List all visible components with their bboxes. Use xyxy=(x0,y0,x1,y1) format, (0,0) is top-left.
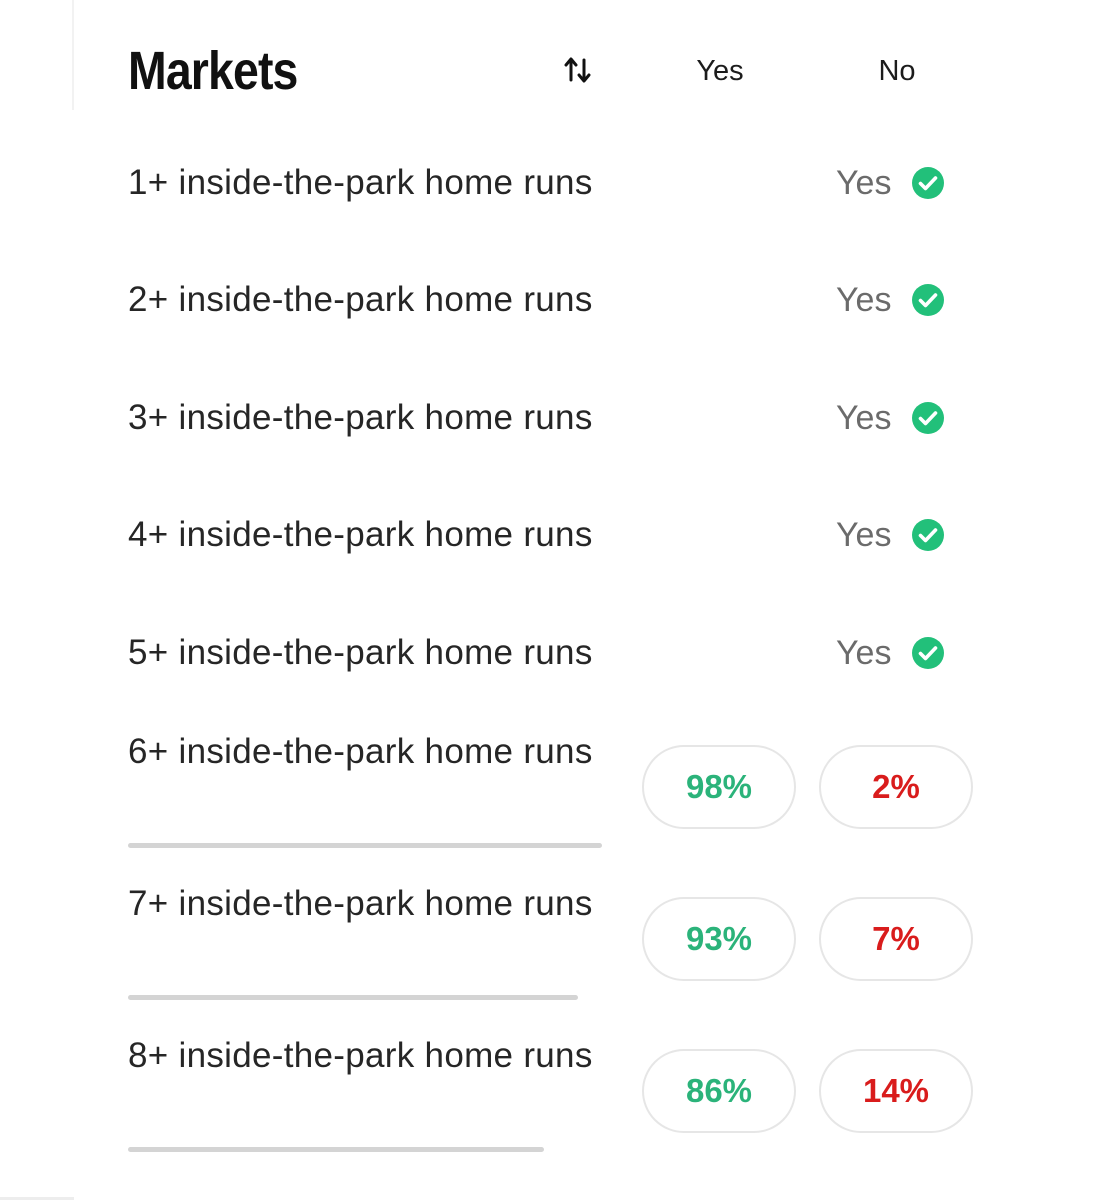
market-row-open[interactable]: 8+ inside-the-park home runs 86% 14% xyxy=(128,1029,988,1154)
no-price-button[interactable]: 2% xyxy=(819,745,973,829)
market-row[interactable]: 3+ inside-the-park home runs Yes xyxy=(128,391,988,445)
yes-price-button[interactable]: 86% xyxy=(642,1049,796,1133)
check-circle-icon xyxy=(912,284,945,316)
check-circle-icon xyxy=(912,402,945,434)
no-price-button[interactable]: 7% xyxy=(819,897,973,981)
resolved-outcome: Yes xyxy=(836,162,945,204)
check-circle-icon xyxy=(912,637,945,669)
market-row[interactable]: 5+ inside-the-park home runs Yes xyxy=(128,626,988,680)
yes-price-button[interactable]: 98% xyxy=(642,745,796,829)
no-price-button[interactable]: 14% xyxy=(819,1049,973,1133)
market-row-open[interactable]: 7+ inside-the-park home runs 93% 7% xyxy=(128,877,988,1002)
outcome-text: Yes xyxy=(836,280,892,319)
page-title: Markets xyxy=(128,41,298,101)
market-label: 7+ inside-the-park home runs xyxy=(128,884,593,923)
market-label: 8+ inside-the-park home runs xyxy=(128,1036,593,1075)
yes-column-header: Yes xyxy=(696,55,744,87)
outcome-text: Yes xyxy=(836,515,892,554)
market-label: 6+ inside-the-park home runs xyxy=(128,732,593,771)
outcome-text: Yes xyxy=(836,398,892,437)
market-progress-bar xyxy=(128,1147,544,1152)
no-column-header: No xyxy=(878,55,916,87)
market-progress-bar xyxy=(128,995,578,1000)
left-edge-divider xyxy=(72,0,74,110)
outcome-text: Yes xyxy=(836,163,892,202)
yes-price-button[interactable]: 93% xyxy=(642,897,796,981)
resolved-outcome: Yes xyxy=(836,397,945,439)
outcome-text: Yes xyxy=(836,633,892,672)
resolved-outcome: Yes xyxy=(836,279,945,321)
resolved-outcome: Yes xyxy=(836,514,945,556)
sort-arrows-icon xyxy=(564,57,591,83)
sort-button[interactable] xyxy=(558,50,598,90)
market-row[interactable]: 2+ inside-the-park home runs Yes xyxy=(128,273,988,327)
markets-header: Markets Yes No xyxy=(128,36,1107,106)
market-progress-bar xyxy=(128,843,602,848)
market-row[interactable]: 4+ inside-the-park home runs Yes xyxy=(128,508,988,562)
check-circle-icon xyxy=(912,519,945,551)
check-circle-icon xyxy=(912,167,945,199)
resolved-outcome: Yes xyxy=(836,632,945,674)
market-row[interactable]: 1+ inside-the-park home runs Yes xyxy=(128,156,988,210)
market-row-open[interactable]: 6+ inside-the-park home runs 98% 2% xyxy=(128,725,988,850)
